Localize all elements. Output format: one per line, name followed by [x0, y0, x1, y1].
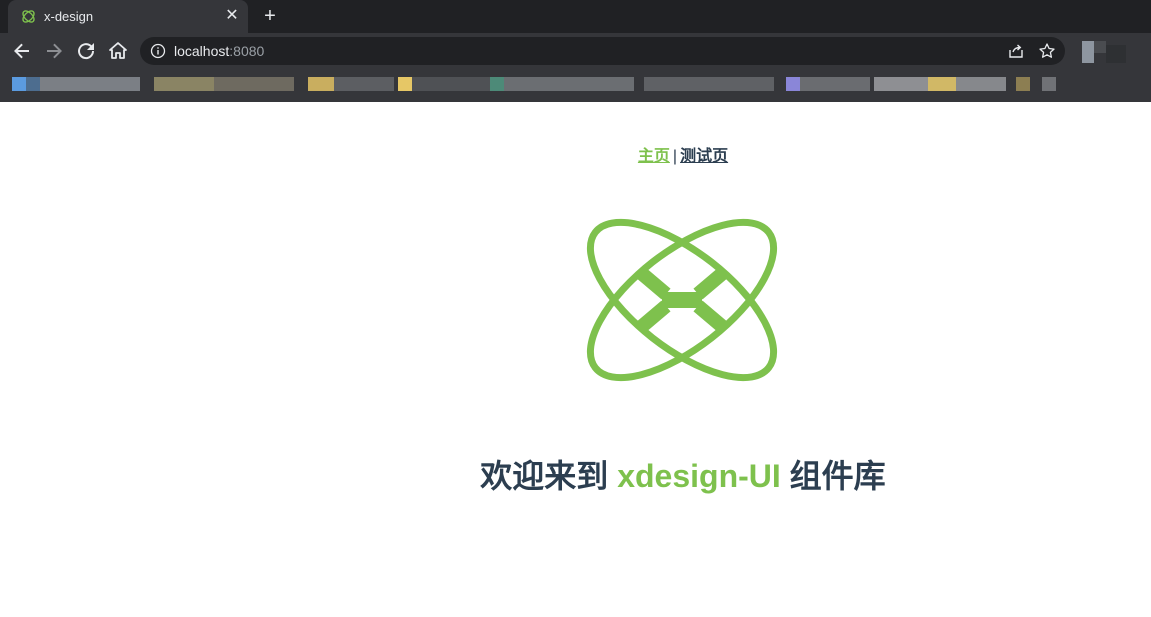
- new-tab-icon[interactable]: +: [259, 5, 281, 27]
- tab-title: x-design: [44, 9, 94, 24]
- browser-tab[interactable]: x-design ✕: [8, 0, 248, 33]
- bookmark-block: [644, 77, 774, 91]
- profile-area-obscured[interactable]: [1072, 35, 1142, 67]
- forward-icon[interactable]: [42, 39, 66, 63]
- reload-icon[interactable]: [74, 39, 98, 63]
- bookmark-block: [956, 77, 1006, 91]
- bookmark-block: [504, 77, 634, 91]
- home-icon[interactable]: [106, 39, 130, 63]
- bookmark-block: [874, 77, 928, 91]
- address-bar[interactable]: localhost:8080: [140, 37, 1065, 65]
- nav-separator: |: [672, 148, 678, 165]
- tab-strip: x-design ✕ +: [0, 0, 1151, 33]
- url-text[interactable]: localhost:8080: [174, 43, 264, 59]
- bookmark-block: [412, 77, 490, 91]
- nav-link-test[interactable]: 测试页: [680, 148, 728, 165]
- info-icon[interactable]: [150, 43, 166, 59]
- welcome-heading: 欢迎来到 xdesign-UI 组件库: [0, 451, 1151, 497]
- page-content: 主页 | 测试页 欢迎来到 xdesign-UI 组件库: [0, 102, 1151, 617]
- bookmarks-bar-obscured: [0, 69, 1151, 102]
- star-icon[interactable]: [1038, 42, 1056, 60]
- bookmark-block: [154, 77, 214, 91]
- bookmark-block: [800, 77, 870, 91]
- heading-prefix: 欢迎来到: [480, 458, 618, 494]
- url-host: localhost: [174, 43, 230, 59]
- heading-brand: xdesign-UI: [617, 458, 781, 494]
- heading-suffix: 组件库: [780, 458, 886, 494]
- top-nav: 主页 | 测试页: [0, 142, 1151, 166]
- bookmark-block: [334, 77, 394, 91]
- bookmark-block: [40, 77, 140, 91]
- share-icon[interactable]: [1007, 42, 1025, 60]
- bookmark-block: [398, 77, 412, 91]
- browser-toolbar: localhost:8080: [0, 33, 1151, 69]
- xdesign-favicon-icon: [22, 10, 35, 23]
- bookmark-block: [1016, 77, 1030, 91]
- bookmark-block: [928, 77, 956, 91]
- bookmark-block: [308, 77, 334, 91]
- xdesign-logo-icon: [586, 218, 778, 382]
- nav-link-home[interactable]: 主页: [638, 148, 670, 165]
- bookmark-block: [1042, 77, 1056, 91]
- bookmark-block: [26, 77, 40, 91]
- bookmark-block: [214, 77, 294, 91]
- back-icon[interactable]: [10, 39, 34, 63]
- bookmark-block: [12, 77, 26, 91]
- tab-close-icon[interactable]: ✕: [222, 6, 242, 26]
- url-port: :8080: [229, 43, 265, 59]
- bookmark-block: [786, 77, 800, 91]
- bookmark-block: [490, 77, 504, 91]
